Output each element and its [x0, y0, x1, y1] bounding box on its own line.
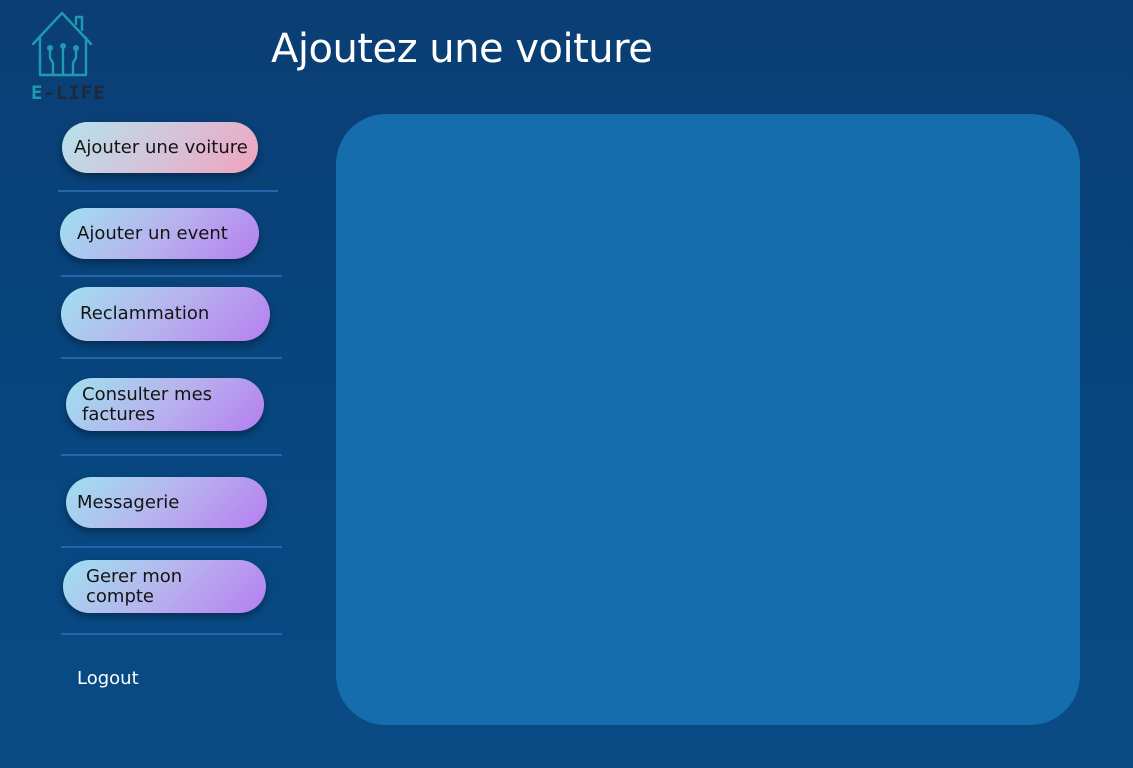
sidebar-item-messagerie[interactable]: Messagerie [66, 477, 267, 528]
sidebar-item-ajouter-event[interactable]: Ajouter un event [60, 208, 259, 259]
main-content-panel [336, 114, 1080, 725]
sidebar-item-consulter-factures[interactable]: Consulter mes factures [66, 378, 264, 431]
divider [61, 546, 282, 548]
sidebar-item-label: Messagerie [77, 491, 180, 513]
sidebar-item-label: Reclammation [80, 303, 210, 324]
divider [61, 275, 282, 277]
divider [61, 454, 282, 456]
page-title: Ajoutez une voiture [271, 26, 653, 72]
logo-text: E-LIFE [31, 82, 106, 104]
divider [58, 190, 278, 192]
sidebar-item-label: Ajouter une voiture [74, 136, 248, 158]
sidebar-item-ajouter-voiture[interactable]: Ajouter une voiture [62, 122, 258, 173]
sidebar-item-label: Ajouter un event [77, 222, 228, 244]
sidebar-item-label: Gerer mon compte [86, 565, 183, 607]
sidebar-item-gerer-compte[interactable]: Gerer mon compte [63, 560, 266, 613]
sidebar-item-label: Consulter mes factures [82, 383, 213, 425]
logo[interactable]: E-LIFE [28, 8, 105, 104]
sidebar-item-reclammation[interactable]: Reclammation [61, 287, 270, 341]
divider [61, 633, 282, 635]
logout-link[interactable]: Logout [77, 668, 139, 689]
divider [61, 357, 282, 359]
smart-home-icon [31, 11, 93, 77]
